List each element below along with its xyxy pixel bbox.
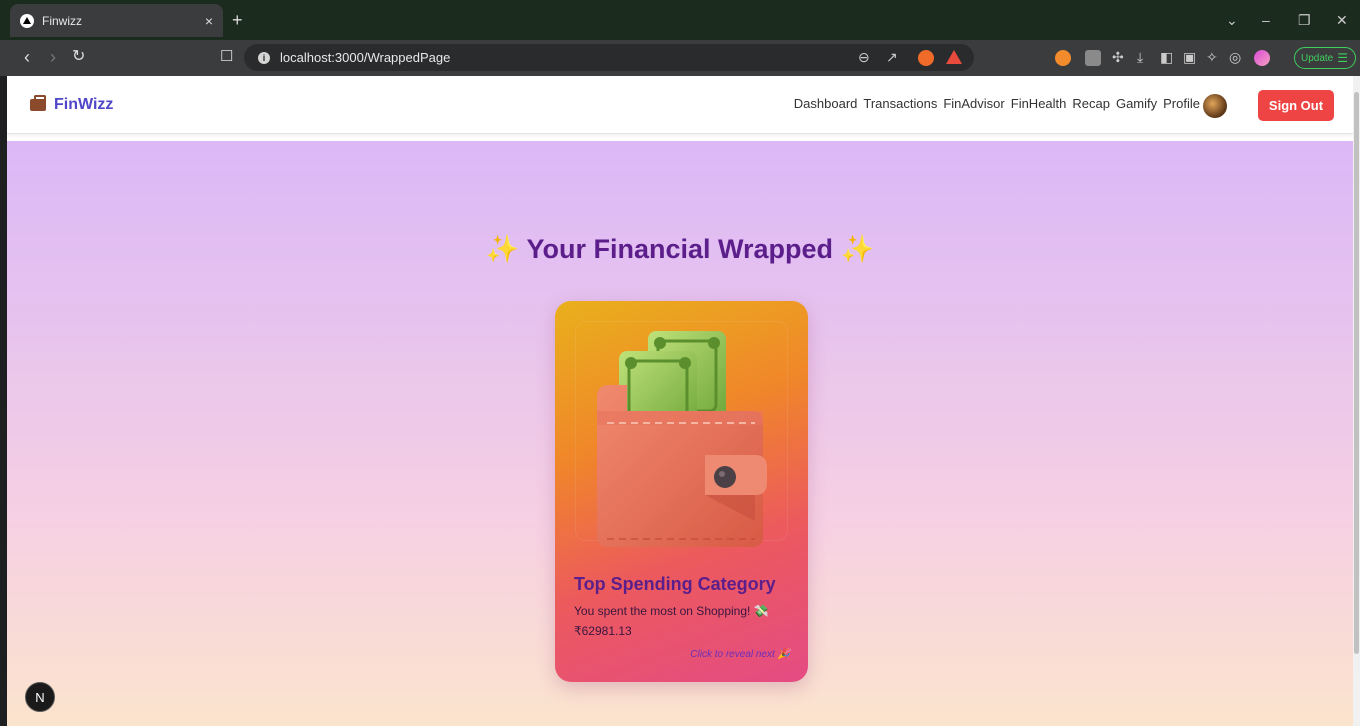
nav-recap[interactable]: Recap	[1072, 96, 1110, 111]
page-viewport: FinWizz Dashboard Transactions FinAdviso…	[7, 76, 1353, 726]
update-label: Update	[1301, 52, 1334, 64]
wallet-icon[interactable]: ▣	[1183, 49, 1196, 66]
vpn-icon[interactable]: ◎	[1229, 49, 1241, 66]
metamask-icon[interactable]	[1055, 50, 1071, 66]
update-button[interactable]: Update ☰	[1294, 47, 1356, 69]
nav-gamify[interactable]: Gamify	[1116, 96, 1157, 111]
bookmark-icon[interactable]: ☐	[220, 48, 233, 66]
sparkle-icon: ✨	[840, 234, 875, 264]
brand-name: FinWizz	[54, 96, 114, 113]
tab-close-icon[interactable]: ×	[205, 13, 213, 29]
extension-m-icon[interactable]	[1085, 50, 1101, 66]
minimize-icon[interactable]: –	[1262, 12, 1270, 28]
brand-logo[interactable]: FinWizz	[30, 95, 114, 114]
tab-search-icon[interactable]: ⌄	[1226, 12, 1238, 29]
wrapped-section: ✨ Your Financial Wrapped ✨ Top Spending …	[7, 141, 1353, 726]
scrollbar-thumb[interactable]	[1354, 92, 1359, 654]
briefcase-icon	[30, 95, 46, 111]
download-icon[interactable]: ⤓	[1137, 49, 1143, 66]
nav-links: Dashboard Transactions FinAdvisor FinHea…	[794, 96, 1200, 111]
nav-transactions[interactable]: Transactions	[863, 96, 937, 111]
site-info-icon[interactable]: i	[258, 51, 270, 64]
app-favicon-icon	[20, 13, 34, 28]
card-amount: ₹62981.13	[574, 624, 632, 638]
tab-title: Finwizz	[42, 13, 83, 28]
wallet-cash-icon	[597, 331, 767, 547]
nextjs-dev-badge[interactable]: N	[25, 682, 55, 712]
page-title: ✨ Your Financial Wrapped ✨	[7, 233, 1353, 265]
browser-toolbar: ‹ › ↻ ☐ i localhost:3000/WrappedPage ⊖ ↗…	[0, 40, 1360, 76]
leo-ai-icon[interactable]: ✧	[1206, 49, 1218, 66]
app-navbar: FinWizz Dashboard Transactions FinAdviso…	[7, 76, 1353, 134]
sidebar-icon[interactable]: ◧	[1160, 49, 1173, 66]
sparkle-icon: ✨	[485, 234, 520, 264]
nav-finhealth[interactable]: FinHealth	[1011, 96, 1067, 111]
share-icon[interactable]: ↗	[886, 49, 898, 66]
restore-icon[interactable]: ❐	[1298, 12, 1311, 29]
sign-out-button[interactable]: Sign Out	[1258, 90, 1334, 121]
reveal-next-hint[interactable]: Click to reveal next 🎉	[690, 649, 790, 660]
browser-tab[interactable]: Finwizz ×	[10, 4, 223, 37]
profile-icon[interactable]	[1254, 50, 1270, 66]
extensions-icon[interactable]: ✣	[1112, 49, 1124, 66]
card-title: Top Spending Category	[574, 574, 776, 594]
card-description: You spent the most on Shopping! 💸	[574, 604, 769, 618]
avatar[interactable]	[1203, 94, 1227, 118]
address-url: localhost:3000/WrappedPage	[280, 50, 451, 65]
wrapped-card[interactable]: Top Spending Category You spent the most…	[555, 301, 808, 682]
nav-dashboard[interactable]: Dashboard	[794, 96, 858, 111]
menu-icon: ☰	[1337, 51, 1349, 65]
window-close-icon[interactable]: ✕	[1336, 12, 1348, 29]
forward-icon[interactable]: ›	[50, 48, 56, 66]
brave-rewards-icon[interactable]	[946, 50, 962, 64]
page-title-text: Your Financial Wrapped	[526, 234, 834, 264]
brave-shield-icon[interactable]	[918, 50, 934, 66]
zoom-icon[interactable]: ⊖	[858, 49, 870, 66]
new-tab-button[interactable]: +	[232, 10, 243, 31]
nav-profile[interactable]: Profile	[1163, 96, 1200, 111]
reload-icon[interactable]: ↻	[72, 48, 85, 66]
back-icon[interactable]: ‹	[24, 48, 30, 66]
browser-tabstrip: Finwizz × + ⌄ – ❐ ✕	[0, 0, 1360, 40]
nav-finadvisor[interactable]: FinAdvisor	[943, 96, 1004, 111]
